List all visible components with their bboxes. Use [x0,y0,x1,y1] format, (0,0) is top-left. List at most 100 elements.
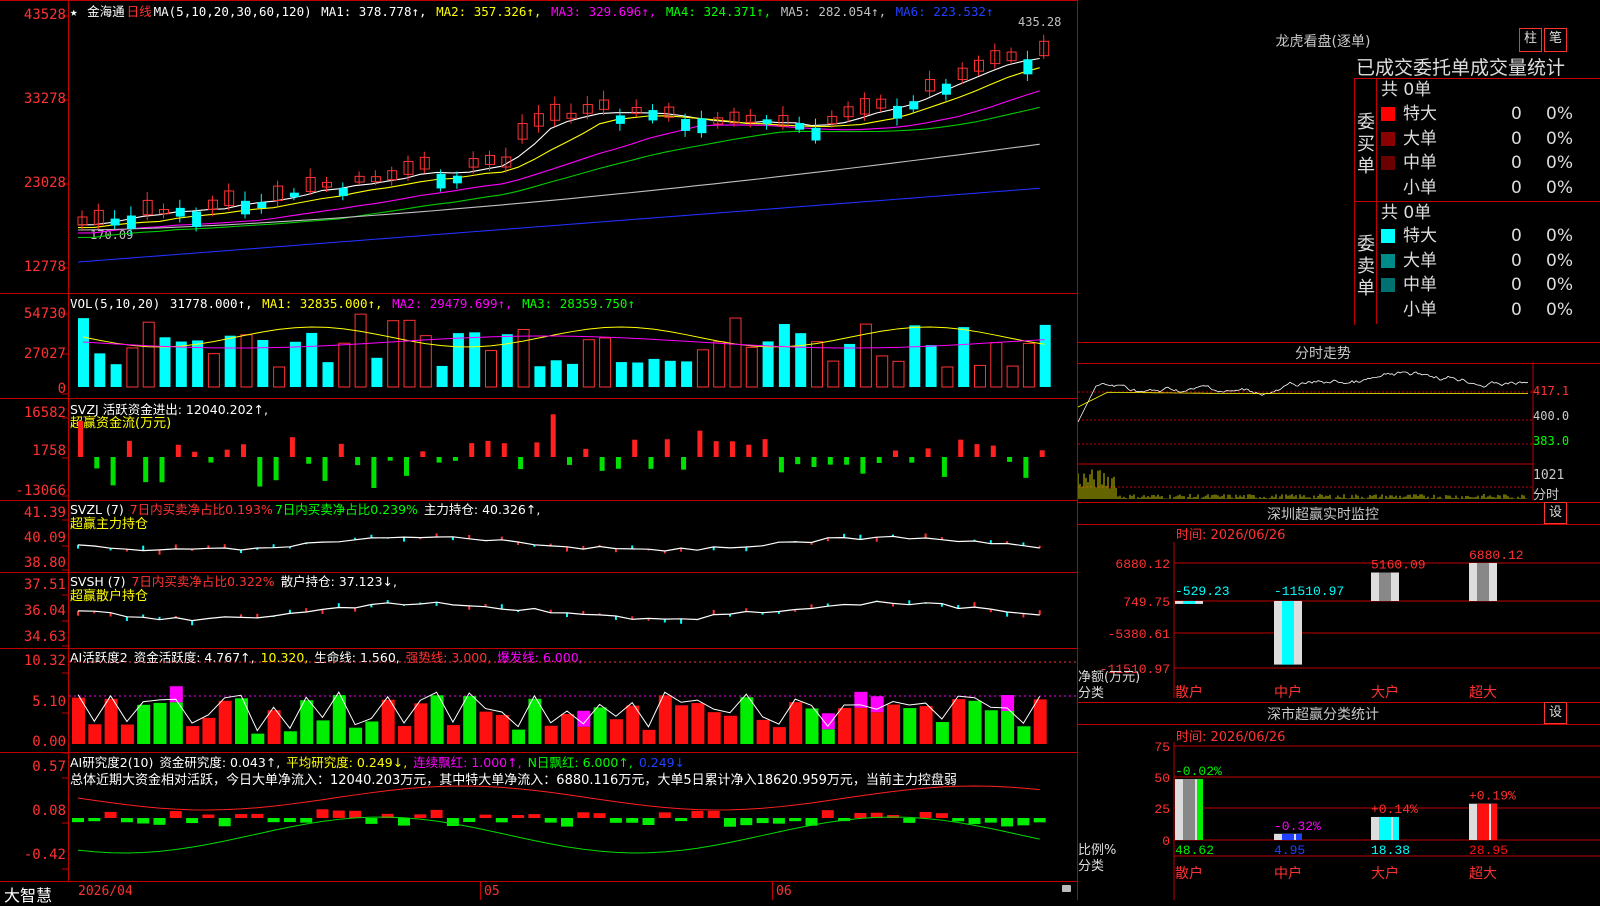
activity-bar [724,715,737,744]
research-bar [137,818,150,824]
chart-area[interactable]: 43528 33278 23028 12778 ★ 金海通 日线 MA(5,10,2… [0,0,1078,905]
tick-mode-button[interactable]: 笔 [1544,28,1567,52]
ai-active-panel[interactable]: 10.32 5.10 0.00 AI活跃度2 资金活跃度: 4.767↑, 10… [0,649,1078,752]
ai-research-panel[interactable]: 0.57 0.08 -0.42 AI研究度2(10) 资金研究度: 0.043↑… [0,753,1078,881]
activity-bar [609,719,623,744]
monitor-category-label: 大户 [1371,684,1399,701]
candle [795,123,805,130]
research-bar [724,818,736,827]
kline-chart[interactable] [0,0,1078,293]
classify-value-label: 48.62 [1175,843,1214,858]
fund-flow-bar [224,449,230,457]
research-bar [120,818,133,823]
activity-bar [887,704,900,744]
volume-bar [354,313,367,388]
monitor-panel: 深圳超赢实时监控 设 时间: 2026/06/26 6880.12 749.75-… [1078,502,1600,702]
brand-label[interactable]: 大智慧 [4,882,52,906]
kline-panel[interactable]: 43528 33278 23028 12778 ★ 金海通 日线 MA(5,10,2… [0,0,1078,293]
research-bar [609,818,622,823]
volume-bar [729,317,742,388]
volume-bar [778,324,790,387]
activity-bar [251,733,265,744]
classify-value-label: 4.95 [1274,843,1305,858]
svzl-chart[interactable] [0,501,1078,572]
intraday-chart[interactable] [1078,362,1600,512]
fund-flow-bar [632,439,638,457]
date-label: 2026/04 [78,884,133,899]
volume-panel[interactable]: 54730 27027 0 VOL(5,10,20) 31778.000↑, M… [0,294,1078,398]
research-bar [903,818,916,823]
order-percent: 0% [1546,226,1573,246]
volume-bar [567,363,578,387]
classify-change-label: -0.02% [1175,764,1222,779]
monitor-value-label: 5160.09 [1371,558,1426,573]
order-percent: 0% [1546,153,1573,173]
svzj-chart[interactable] [0,399,1078,500]
research-bar [349,810,362,818]
candle [110,218,120,226]
fund-flow-bar [436,457,442,463]
intraday-panel[interactable]: 分时走势 417.1 400.0 383.0 1021 分时 [1078,342,1600,512]
fund-flow-bar [697,430,703,457]
fund-flow-bar [110,457,116,486]
right-panel: 龙虎看盘(逐单) 柱 笔 已成交委托单成交量统计 委买单 委卖单 共 0单 共 … [1078,0,1600,900]
ai2-chart[interactable] [0,649,1078,752]
activity-bar [870,712,884,744]
classify-panel: 深市超赢分类统计 设 时间: 2026/06/26 75 50 25 0 -0.02% 4… [1078,702,1600,900]
fund-flow-bar [567,457,572,465]
activity-bar [349,727,363,744]
activity-bar [365,721,379,744]
classify-bar-edge [1197,779,1203,840]
lock-icon[interactable] [1062,885,1071,892]
candle [648,110,658,121]
dragon-tab-strip[interactable]: 已成交委托单成交量统计 [1356,53,1600,80]
research-bar [365,818,378,824]
research-bar [512,814,525,818]
activity-bar [740,697,754,744]
fund-flow-bar [583,448,589,457]
order-size-label: 特大 [1403,226,1437,246]
ai-research-chart[interactable] [0,753,1078,881]
color-swatch [1381,156,1395,170]
volume-bar [909,325,921,387]
fund-flow-bar [974,444,980,457]
monitor-value-label: -529.23 [1175,584,1230,599]
activity-bar [88,724,102,744]
fund-flow-bar [518,457,524,470]
volume-bar [713,341,726,388]
research-bar [463,818,476,823]
research-bar [642,818,655,826]
research-bar [952,818,965,822]
classify-category-label: 中户 [1274,865,1302,882]
activity-bar [919,706,933,744]
bar-mode-button[interactable]: 柱 [1519,28,1542,52]
dragon-col-divider [1376,78,1377,324]
research-bar [1017,818,1030,826]
volume-bar [126,347,139,388]
activity-bar [120,724,134,744]
volume-bar [582,339,595,388]
svsh-chart[interactable] [0,573,1078,648]
svzl-panel[interactable]: 41.39 40.09 38.80 SVZL (7) 7日内买卖净占比0.193… [0,501,1078,572]
classify-axis-label: 0 [1162,834,1170,849]
volume-bar [371,357,383,387]
candle [893,105,902,119]
fund-flow-bar [925,448,931,457]
activity-bar [137,704,151,744]
volume-chart[interactable] [0,294,1078,398]
svzj-panel[interactable]: 16582 1758 -13066 SVZJ 活跃资金进出: 12040.202… [0,399,1078,500]
candle [615,115,625,124]
activity-bar [414,703,428,744]
svsh-panel[interactable]: 37.51 36.04 34.63 SVSH (7) 7日内买卖净占比0.322… [0,573,1078,648]
volume-bar [681,361,693,387]
fund-flow-bar [1007,457,1013,462]
date-label: 05 [484,884,500,899]
activity-bar [789,702,803,744]
activity-bar [300,700,314,744]
volume-bar [110,364,122,387]
research-bar [740,818,753,826]
activity-bar [1017,726,1031,744]
date-label: 06 [776,884,792,899]
research-bar [707,810,720,818]
classify-bar-core [1282,833,1294,840]
